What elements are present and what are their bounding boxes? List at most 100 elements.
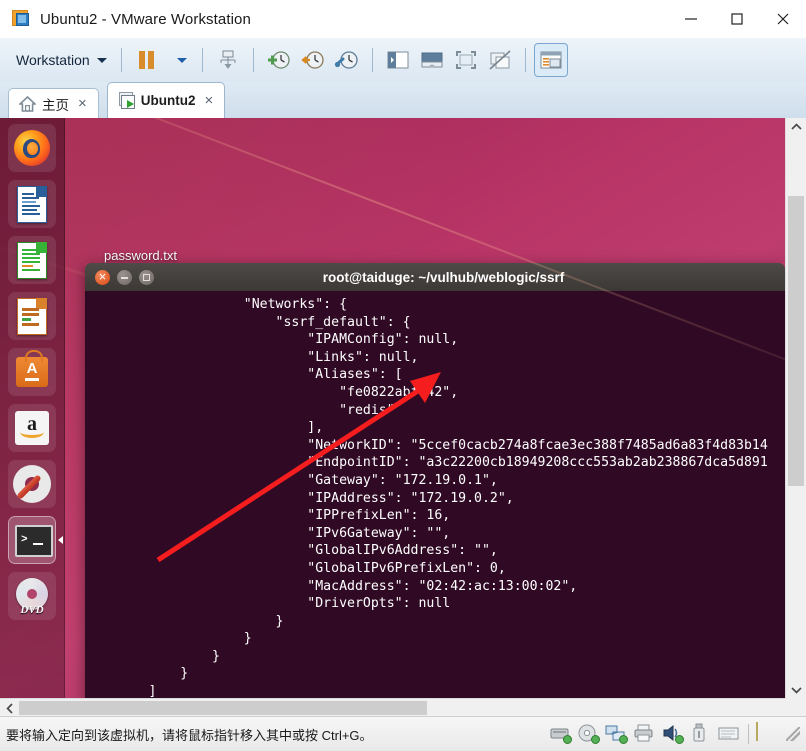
unity-mode-button[interactable]: [483, 43, 517, 77]
chevron-down-icon: [96, 57, 107, 63]
scroll-left-button[interactable]: [0, 699, 20, 717]
status-bar: 要将输入定向到该虚拟机，请将鼠标指针移入其中或按 Ctrl+G。: [0, 716, 806, 751]
power-dropdown-button[interactable]: [164, 43, 194, 77]
show-thumbnail-bar-button[interactable]: [415, 43, 449, 77]
console-view-icon: [540, 51, 562, 69]
chevron-down-icon: [177, 57, 188, 63]
launcher-libreoffice-calc[interactable]: [8, 236, 56, 284]
tab-ubuntu2-close-icon[interactable]: ×: [202, 93, 217, 108]
tab-home-close-icon[interactable]: ×: [75, 96, 90, 111]
minimize-button[interactable]: [668, 0, 714, 38]
tab-home-label: 主页: [42, 97, 69, 113]
pause-icon: [139, 51, 155, 69]
calc-spreadsheet-icon: [17, 242, 47, 279]
snapshot-revert-icon: [300, 51, 324, 69]
toolbar-separator: [371, 48, 373, 72]
snapshot-settings-icon: [334, 51, 358, 69]
terminal-window[interactable]: root@taiduge: ~/vulhub/weblogic/ssrf "Ne…: [85, 263, 785, 700]
snapshot-add-icon: [267, 51, 290, 69]
tab-ubuntu2[interactable]: Ubuntu2 ×: [106, 82, 226, 118]
vm-tab-strip: 主页 × Ubuntu2 ×: [0, 82, 806, 118]
vmware-logo-icon: [12, 10, 30, 28]
sidebar-panel-icon: [387, 51, 409, 69]
window-title: Ubuntu2 - VMware Workstation: [40, 10, 251, 28]
snapshot-manager-button[interactable]: [330, 43, 364, 77]
terminal-title: root@taiduge: ~/vulhub/weblogic/ssrf: [322, 269, 565, 285]
horizontal-scrollbar[interactable]: [0, 698, 786, 717]
launcher-libreoffice-impress[interactable]: [8, 292, 56, 340]
status-network[interactable]: [605, 723, 629, 745]
terminal-maximize-icon[interactable]: [139, 269, 154, 285]
terminal-minimize-icon[interactable]: [117, 269, 132, 285]
launcher-amazon[interactable]: a: [8, 404, 56, 452]
thumbnail-bar-icon: [421, 52, 443, 68]
vmware-workstation-window: Ubuntu2 - VMware Workstation Workstation: [0, 0, 806, 751]
status-printer[interactable]: [633, 723, 657, 745]
close-button[interactable]: [760, 0, 806, 38]
status-message: 要将输入定向到该虚拟机，请将鼠标指针移入其中或按 Ctrl+G。: [6, 727, 373, 743]
show-library-button[interactable]: [381, 43, 415, 77]
status-separator: [748, 724, 749, 744]
printer-icon: [634, 724, 653, 742]
usb-icon: [693, 723, 705, 742]
launcher-dvd[interactable]: DVD: [8, 572, 56, 620]
terminal-body[interactable]: "Networks": { "ssrf_default": { "IPAMCon…: [85, 291, 785, 700]
display-icon: [718, 727, 739, 740]
toolbar-separator: [252, 48, 254, 72]
toolbar-separator: [524, 48, 526, 72]
status-note[interactable]: [756, 722, 780, 745]
snapshot-manager-icon: [220, 50, 236, 69]
home-icon: [19, 95, 36, 112]
enter-fullscreen-button[interactable]: [449, 43, 483, 77]
vertical-scrollbar-thumb[interactable]: [788, 196, 804, 486]
chevron-down-icon: [790, 687, 802, 694]
status-device-icons: [549, 717, 800, 751]
status-usb[interactable]: [689, 723, 713, 745]
fullscreen-icon: [455, 51, 476, 69]
amazon-icon: a: [15, 411, 49, 445]
dvd-label: DVD: [20, 604, 44, 616]
launcher-system-settings[interactable]: [8, 460, 56, 508]
desktop-file-label[interactable]: password.txt: [104, 248, 177, 263]
terminal-titlebar[interactable]: root@taiduge: ~/vulhub/weblogic/ssrf: [85, 263, 785, 291]
terminal-icon: >: [15, 525, 53, 557]
revert-snapshot-button[interactable]: [296, 43, 330, 77]
manage-snapshot-button[interactable]: [211, 43, 245, 77]
tab-home[interactable]: 主页 ×: [8, 88, 99, 118]
vm-console-area[interactable]: password.txt A a > DVD × root@taiduge: ~…: [0, 118, 806, 717]
horizontal-scrollbar-thumb[interactable]: [19, 701, 427, 715]
status-sound[interactable]: [661, 723, 685, 745]
launcher-ubuntu-software[interactable]: A: [8, 348, 56, 396]
vertical-scrollbar[interactable]: [785, 118, 806, 699]
unity-mode-icon: [489, 50, 511, 70]
scroll-up-button[interactable]: [786, 118, 806, 136]
chevron-up-icon: [790, 123, 802, 130]
unity-launcher: A a > DVD: [0, 118, 65, 700]
toolbar-separator: [201, 48, 203, 72]
status-harddisk[interactable]: [549, 723, 573, 745]
maximize-button[interactable]: [714, 0, 760, 38]
tab-ubuntu2-label: Ubuntu2: [140, 93, 196, 108]
pause-vm-button[interactable]: [130, 43, 164, 77]
workstation-menu-button[interactable]: Workstation: [10, 48, 113, 72]
workstation-menu-label: Workstation: [16, 52, 90, 68]
toolbar-separator: [120, 48, 122, 72]
writer-document-icon: [17, 186, 47, 223]
scroll-down-button[interactable]: [786, 681, 806, 699]
launcher-libreoffice-writer[interactable]: [8, 180, 56, 228]
resize-grip[interactable]: [786, 727, 800, 741]
status-display[interactable]: [717, 723, 741, 745]
console-view-button[interactable]: [533, 43, 568, 77]
launcher-running-indicator-icon: [58, 536, 63, 544]
terminal-close-icon[interactable]: [95, 268, 110, 286]
launcher-terminal[interactable]: >: [8, 516, 56, 564]
take-snapshot-button[interactable]: [262, 43, 296, 77]
terminal-output: "Networks": { "ssrf_default": { "IPAMCon…: [148, 297, 768, 700]
ubuntu-software-icon: A: [16, 350, 48, 387]
firefox-icon: [14, 130, 50, 166]
guest-desktop[interactable]: password.txt A a > DVD × root@taiduge: ~…: [0, 118, 786, 700]
launcher-firefox[interactable]: [8, 124, 56, 172]
chevron-left-icon: [6, 702, 13, 714]
note-icon: [756, 722, 758, 741]
status-cdrom[interactable]: [577, 723, 601, 745]
